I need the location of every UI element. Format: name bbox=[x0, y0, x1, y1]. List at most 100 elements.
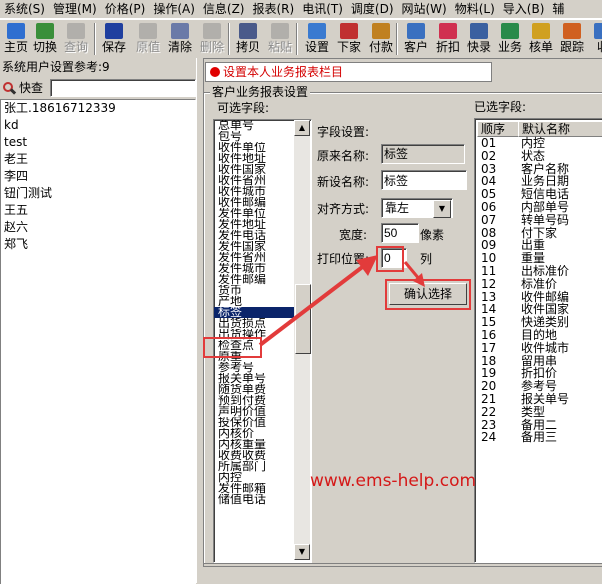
group-title: 客户业务报表设置 bbox=[210, 85, 311, 99]
toolbar-customer-button[interactable]: 客户 bbox=[401, 21, 431, 57]
highlight-confirm-button bbox=[385, 279, 471, 310]
search-icon-handle bbox=[9, 88, 17, 95]
chosen-field-order: 07 bbox=[481, 212, 497, 227]
chosen-field-row[interactable]: 02 状态 bbox=[475, 148, 602, 163]
customer-icon bbox=[407, 23, 425, 39]
toolbar-query-button[interactable]: 查询 bbox=[61, 21, 91, 57]
toolbar-receive-button[interactable]: 收 bbox=[588, 21, 602, 57]
user-list-item[interactable]: test bbox=[1, 134, 195, 151]
scroll-down-button[interactable]: ▼ bbox=[294, 544, 310, 560]
restore-icon bbox=[139, 23, 157, 39]
user-list-item[interactable]: 张工.18616712339 bbox=[1, 100, 195, 117]
user-list-item[interactable]: 赵六 bbox=[1, 219, 195, 236]
toolbar-payment-button[interactable]: 付款 bbox=[366, 21, 396, 57]
menu-item-9[interactable]: 物料(L) bbox=[451, 0, 499, 16]
toolbar-label: 拷贝 bbox=[235, 40, 260, 54]
original-name-label: 原来名称: bbox=[317, 149, 370, 163]
toolbar-save-button[interactable]: 保存 bbox=[99, 21, 129, 57]
column-header-order[interactable]: 顺序 bbox=[477, 121, 519, 137]
chosen-field-name: 备用三 bbox=[521, 430, 558, 445]
receive-icon bbox=[594, 23, 602, 39]
chosen-field-name: 状态 bbox=[521, 148, 546, 163]
toolbar-label: 保存 bbox=[101, 40, 126, 54]
chosen-field-row[interactable]: 24 备用三 bbox=[475, 431, 602, 444]
chosen-field-row[interactable]: 17 收件城市 bbox=[475, 340, 602, 355]
chosen-field-name: 转单号码 bbox=[521, 212, 570, 227]
available-fields-label: 可选字段: bbox=[217, 101, 270, 115]
toolbar-label: 粘贴 bbox=[267, 40, 292, 54]
chosen-field-row[interactable]: 22 类型 bbox=[475, 404, 602, 419]
toolbar-copy-button[interactable]: 拷贝 bbox=[233, 21, 263, 57]
menu-bar: 系统(S) 管理(M) 价格(P) 操作(A) 信息(Z) 报表(R) 电讯(T) 调度(D)… bbox=[0, 0, 602, 19]
quick-search-input[interactable] bbox=[50, 79, 196, 97]
menu-item-1[interactable]: 管理(M) bbox=[49, 0, 101, 16]
print-position-unit: 列 bbox=[420, 252, 433, 266]
toolbar-label: 切换 bbox=[32, 40, 57, 54]
scroll-up-button[interactable]: ▲ bbox=[294, 120, 310, 136]
track-icon bbox=[563, 23, 581, 39]
toolbar-delete-button[interactable]: 删除 bbox=[197, 21, 227, 57]
query-icon bbox=[67, 23, 85, 39]
user-list-item[interactable]: kd bbox=[1, 117, 195, 134]
chosen-field-name: 类型 bbox=[521, 404, 546, 419]
chosen-field-name: 标准价 bbox=[521, 276, 558, 291]
chosen-fields-list[interactable]: 顺序 默认名称 01 内控 02 状态 03 客户名称 04 业务日期 05 短信电话 06 内部单号… bbox=[474, 118, 602, 563]
menu-item-4[interactable]: 信息(Z) bbox=[199, 0, 249, 16]
field-settings-title: 字段设置: bbox=[317, 125, 370, 139]
toolbar-business-button[interactable]: 业务 bbox=[495, 21, 525, 57]
user-list-item[interactable]: 李四 bbox=[1, 168, 195, 185]
toolbar-label: 收 bbox=[588, 40, 602, 54]
toolbar-separator bbox=[228, 23, 230, 55]
toolbar-separator bbox=[94, 23, 96, 55]
toolbar-label: 客户 bbox=[403, 40, 428, 54]
menu-item-11[interactable]: 辅 bbox=[548, 0, 568, 16]
toolbar-home-button[interactable]: 主页 bbox=[1, 21, 31, 57]
toolbar-label: 查询 bbox=[63, 40, 88, 54]
width-unit: 像素 bbox=[420, 228, 445, 242]
user-list-item[interactable]: 郑飞 bbox=[1, 236, 195, 253]
chosen-field-order: 24 bbox=[481, 430, 497, 445]
toolbar-track-button[interactable]: 跟踪 bbox=[557, 21, 587, 57]
menu-item-0[interactable]: 系统(S) bbox=[0, 0, 49, 16]
highlight-print-position bbox=[376, 246, 404, 272]
chosen-field-order: 22 bbox=[481, 404, 497, 419]
switch-icon bbox=[36, 23, 54, 39]
menu-item-8[interactable]: 网站(W) bbox=[398, 0, 451, 16]
menu-item-10[interactable]: 导入(B) bbox=[499, 0, 549, 16]
toolbar-downstream-button[interactable]: 下家 bbox=[334, 21, 364, 57]
toolbar-restore-button[interactable]: 原值 bbox=[133, 21, 163, 57]
menu-item-3[interactable]: 操作(A) bbox=[149, 0, 199, 16]
watermark-text: www.ems-help.com bbox=[310, 471, 477, 491]
menu-item-2[interactable]: 价格(P) bbox=[101, 0, 150, 16]
banner-text: 设置本人业务报表栏目 bbox=[223, 65, 344, 79]
toolbar-label: 清除 bbox=[167, 40, 192, 54]
toolbar-settings-button[interactable]: 设置 bbox=[302, 21, 332, 57]
menu-item-6[interactable]: 电讯(T) bbox=[298, 0, 347, 16]
user-list-item[interactable]: 钮门测试 bbox=[1, 185, 195, 202]
chosen-field-row[interactable]: 07 转单号码 bbox=[475, 212, 602, 227]
menu-item-5[interactable]: 报表(R) bbox=[248, 0, 298, 16]
toolbar-quick-entry-button[interactable]: 快录 bbox=[464, 21, 494, 57]
toolbar-clear-button[interactable]: 清除 bbox=[165, 21, 195, 57]
scrollbar-thumb[interactable] bbox=[295, 284, 311, 354]
chosen-field-order: 02 bbox=[481, 148, 497, 163]
column-header-default-name[interactable]: 默认名称 bbox=[518, 121, 602, 137]
red-dot-icon bbox=[210, 67, 220, 77]
toolbar-paste-button[interactable]: 粘贴 bbox=[265, 21, 295, 57]
chosen-field-row[interactable]: 12 标准价 bbox=[475, 276, 602, 291]
paste-icon bbox=[271, 23, 289, 39]
toolbar-label: 设置 bbox=[304, 40, 329, 54]
chevron-down-icon[interactable]: ▼ bbox=[433, 200, 451, 218]
user-list-item[interactable]: 老王 bbox=[1, 151, 195, 168]
width-input[interactable] bbox=[381, 223, 419, 243]
toolbar-discount-button[interactable]: 折扣 bbox=[433, 21, 463, 57]
payment-icon bbox=[372, 23, 390, 39]
user-list-item[interactable]: 王五 bbox=[1, 202, 195, 219]
new-name-input[interactable] bbox=[381, 170, 467, 190]
toolbar-verify-button[interactable]: 核单 bbox=[526, 21, 556, 57]
chosen-field-name: 收件城市 bbox=[521, 340, 570, 355]
menu-item-7[interactable]: 调度(D) bbox=[347, 0, 398, 16]
toolbar-label: 原值 bbox=[135, 40, 160, 54]
toolbar-switch-button[interactable]: 切换 bbox=[30, 21, 60, 57]
toolbar-label: 折扣 bbox=[435, 40, 460, 54]
